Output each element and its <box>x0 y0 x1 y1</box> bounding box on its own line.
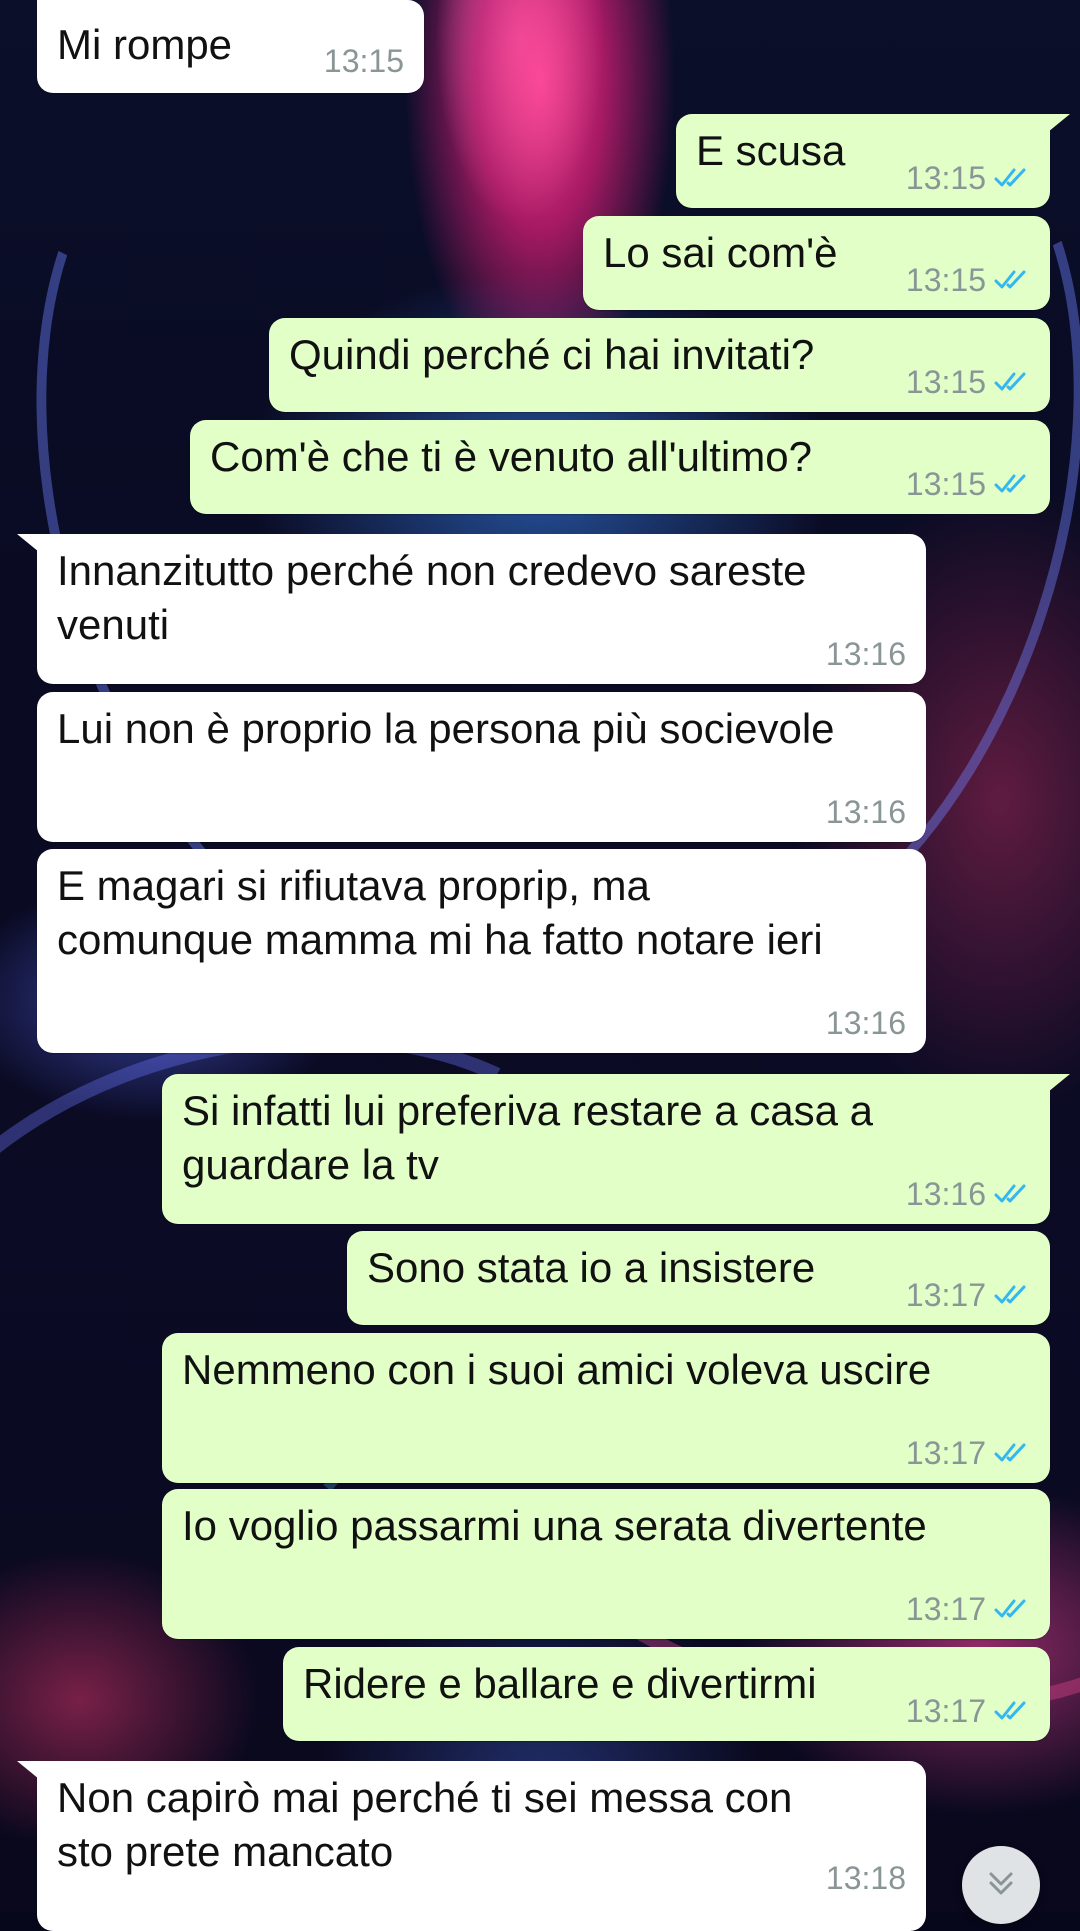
bubble-tail <box>17 534 39 552</box>
double-chevron-down-icon <box>984 1866 1018 1905</box>
outgoing-message[interactable]: Si infatti lui preferiva restare a casa … <box>162 1074 1070 1224</box>
incoming-message[interactable]: Innanzitutto perché non credevo sareste … <box>17 534 926 684</box>
message-time: 13:15 <box>323 43 404 79</box>
bubble-tail <box>1048 1074 1070 1092</box>
message-time: 13:18 <box>825 1860 906 1896</box>
double-check-icon <box>994 1441 1030 1465</box>
message-text: E scusa <box>696 127 846 174</box>
message-time: 13:17 <box>905 1591 986 1627</box>
double-check-icon <box>994 166 1030 190</box>
double-check-icon <box>994 1182 1030 1206</box>
bubble-tail <box>17 1761 39 1779</box>
message-time: 13:17 <box>905 1277 986 1313</box>
outgoing-message[interactable]: Ridere e ballare e divertirmi 13:17 <box>283 1647 1050 1741</box>
message-meta: 13:15 <box>906 366 1030 398</box>
message-time: 13:16 <box>825 636 906 672</box>
double-check-icon <box>994 268 1030 292</box>
message-text: Io voglio passarmi una serata divertente <box>182 1502 927 1549</box>
message-time: 13:15 <box>905 160 986 196</box>
message-meta: 13:17 <box>906 1593 1030 1625</box>
incoming-message[interactable]: Non capirò mai perché ti sei messa con s… <box>17 1761 926 1931</box>
message-time: 13:17 <box>905 1435 986 1471</box>
double-check-icon <box>994 1699 1030 1723</box>
double-check-icon <box>994 370 1030 394</box>
message-text: Com'è che ti è venuto all'ultimo? <box>210 433 813 480</box>
outgoing-message[interactable]: Quindi perché ci hai invitati? 13:15 <box>269 318 1050 412</box>
message-meta: 13:16 <box>826 796 906 828</box>
incoming-message[interactable]: Lui non è proprio la persona più socievo… <box>37 692 926 842</box>
message-meta: 13:15 <box>906 264 1030 296</box>
scroll-to-bottom-button[interactable] <box>962 1846 1040 1924</box>
message-text: Si infatti lui preferiva restare a casa … <box>182 1087 873 1188</box>
message-meta: 13:16 <box>906 1178 1030 1210</box>
message-time: 13:15 <box>905 364 986 400</box>
message-text: Non capirò mai perché ti sei messa con s… <box>57 1774 793 1875</box>
message-meta: 13:17 <box>906 1279 1030 1311</box>
message-meta: 13:17 <box>906 1437 1030 1469</box>
double-check-icon <box>994 1283 1030 1307</box>
double-check-icon <box>994 472 1030 496</box>
message-text: Lui non è proprio la persona più socievo… <box>57 705 835 752</box>
message-time: 13:16 <box>825 1005 906 1041</box>
message-time: 13:15 <box>905 466 986 502</box>
outgoing-message[interactable]: Sono stata io a insistere 13:17 <box>347 1231 1050 1325</box>
outgoing-message[interactable]: Com'è che ti è venuto all'ultimo? 13:15 <box>190 420 1050 514</box>
incoming-message[interactable]: Mi rompe 13:15 <box>37 0 424 93</box>
outgoing-message[interactable]: Nemmeno con i suoi amici voleva uscire 1… <box>162 1333 1050 1483</box>
message-meta: 13:17 <box>906 1695 1030 1727</box>
message-meta: 13:15 <box>906 162 1030 194</box>
incoming-message[interactable]: E magari si rifiutava proprip, ma comunq… <box>37 849 926 1053</box>
message-time: 13:17 <box>905 1693 986 1729</box>
message-text: Lo sai com'è <box>603 229 838 276</box>
double-check-icon <box>994 1597 1030 1621</box>
outgoing-message[interactable]: Lo sai com'è 13:15 <box>583 216 1050 310</box>
message-meta: 13:16 <box>826 1007 906 1039</box>
message-meta: 13:15 <box>324 45 404 77</box>
bubble-tail <box>1048 114 1070 132</box>
message-text: Ridere e ballare e divertirmi <box>303 1660 817 1707</box>
message-text: Sono stata io a insistere <box>367 1244 816 1291</box>
message-text: E magari si rifiutava proprip, ma comunq… <box>57 862 823 963</box>
message-time: 13:16 <box>825 794 906 830</box>
outgoing-message[interactable]: Io voglio passarmi una serata divertente… <box>162 1489 1050 1639</box>
message-meta: 13:18 <box>826 1862 906 1894</box>
message-text: Quindi perché ci hai invitati? <box>289 331 815 378</box>
message-meta: 13:16 <box>826 638 906 670</box>
outgoing-message[interactable]: E scusa 13:15 <box>676 114 1070 208</box>
message-meta: 13:15 <box>906 468 1030 500</box>
message-text: Mi rompe <box>57 21 233 68</box>
message-time: 13:16 <box>905 1176 986 1212</box>
message-text: Nemmeno con i suoi amici voleva uscire <box>182 1346 932 1393</box>
message-text: Innanzitutto perché non credevo sareste … <box>57 547 807 648</box>
message-time: 13:15 <box>905 262 986 298</box>
